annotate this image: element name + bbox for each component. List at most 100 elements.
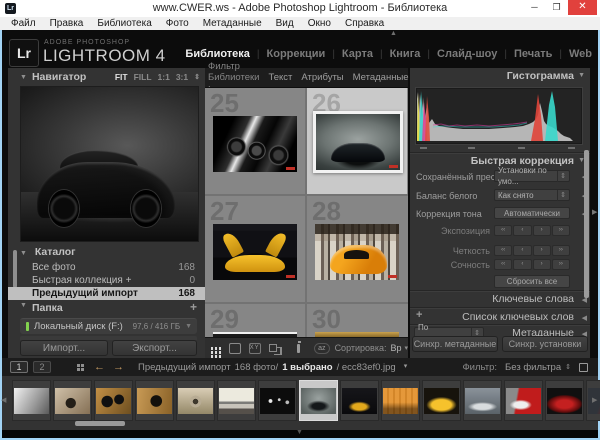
grid-cell[interactable]: 28 [307, 196, 407, 302]
right-panel-scrollbar[interactable] [584, 150, 589, 298]
filmstrip-thumb[interactable] [545, 380, 584, 421]
catalog-row-all-photos[interactable]: Все фото 168 [8, 261, 205, 274]
compare-view-icon[interactable]: XY [249, 343, 261, 354]
menu-window[interactable]: Окно [301, 18, 338, 29]
volume-row[interactable]: Локальный диск (F:) 97,6 / 416 ГБ ▼ [20, 318, 197, 334]
filmstrip-thumb[interactable] [381, 380, 420, 421]
zoom-fill[interactable]: FILL [134, 72, 152, 82]
add-keyword-icon[interactable]: + [416, 309, 422, 321]
filmstrip-thumb[interactable] [176, 380, 215, 421]
step-back-button[interactable]: ‹ [513, 259, 531, 270]
filter-value[interactable]: Без фильтра [505, 362, 561, 373]
photo-thumbnail[interactable] [213, 116, 297, 172]
sort-direction-icon[interactable]: az [314, 343, 329, 354]
zoom-fit[interactable]: FIT [115, 72, 128, 82]
volume-expand-icon[interactable]: ▼ [185, 323, 192, 330]
filmstrip-thumb[interactable] [94, 380, 133, 421]
step-fwd2-button[interactable]: ›› [552, 225, 570, 236]
filter-attributes[interactable]: Атрибуты [301, 72, 343, 83]
filmstrip-thumb[interactable] [217, 380, 256, 421]
step-back2-button[interactable]: ‹‹ [494, 259, 512, 270]
filmstrip-thumb[interactable] [258, 380, 297, 421]
filmstrip-thumb[interactable] [12, 380, 51, 421]
filmstrip-thumb[interactable] [340, 380, 379, 421]
filmstrip-thumb[interactable] [422, 380, 461, 421]
menu-file[interactable]: Файл [4, 18, 43, 29]
grid-view-shortcut-icon[interactable] [77, 364, 80, 367]
filmstrip-collapse-icon[interactable]: ▼ [296, 429, 303, 436]
grid-cell[interactable]: 25 [205, 88, 305, 194]
auto-tone-button[interactable]: Автоматически [494, 207, 570, 219]
filter-metadata[interactable]: Метаданные [353, 72, 409, 83]
filmstrip-thumb[interactable] [135, 380, 174, 421]
filmstrip-thumb[interactable] [463, 380, 502, 421]
step-fwd-button[interactable]: › [533, 259, 551, 270]
filmstrip-thumb-selected[interactable] [299, 380, 338, 421]
sort-value[interactable]: Вр [390, 343, 401, 353]
histogram-clip-indicator[interactable] [468, 147, 475, 149]
menu-help[interactable]: Справка [338, 18, 391, 29]
step-back2-button[interactable]: ‹‹ [494, 225, 512, 236]
breadcrumb[interactable]: Предыдущий импорт [138, 362, 231, 373]
reset-all-button[interactable]: Сбросить все [494, 275, 570, 288]
go-forward-icon[interactable]: → [113, 361, 124, 373]
zoom-1-1[interactable]: 1:1 [158, 72, 170, 82]
collapse-icon[interactable]: ▼ [20, 302, 27, 316]
filter-toggle-icon[interactable] [579, 363, 588, 372]
filter-text[interactable]: Текст [268, 72, 292, 83]
module-book[interactable]: Книга [390, 48, 421, 60]
go-back-icon[interactable]: ← [94, 361, 105, 373]
collapse-icon[interactable]: ▼ [578, 72, 585, 79]
section-arrow-icon[interactable]: ◀ [582, 314, 587, 322]
grid-cell-selected[interactable]: 26 [307, 88, 407, 194]
module-web[interactable]: Web [569, 48, 592, 60]
title-bar[interactable]: Lr www.CWER.ws - Adobe Photoshop Lightro… [0, 0, 600, 17]
folders-header[interactable]: ▼ Папка [20, 302, 200, 316]
navigator-preview-image[interactable] [20, 86, 199, 242]
menu-metadata[interactable]: Метаданные [196, 18, 269, 29]
module-develop[interactable]: Коррекции [267, 48, 326, 60]
add-folder-icon[interactable]: + [190, 300, 197, 314]
main-window-button[interactable]: 1 [10, 361, 28, 373]
filmstrip-source-indicator[interactable]: Предыдущий импорт 168 фото/ 1 выбрано / … [138, 362, 407, 373]
step-fwd-button[interactable]: › [533, 225, 551, 236]
step-fwd2-button[interactable]: ›› [552, 245, 570, 256]
sync-settings-button[interactable]: Синхр. установки [502, 336, 588, 352]
filmstrip-thumb[interactable] [53, 380, 92, 421]
step-fwd-button[interactable]: › [533, 245, 551, 256]
menu-photo[interactable]: Фото [159, 18, 196, 29]
menu-library[interactable]: Библиотека [90, 18, 158, 29]
filter-updown-icon[interactable]: ⇕ [565, 363, 571, 371]
navigator-header[interactable]: ▼ Навигатор FIT FILL 1:1 3:1 ⇕ [20, 70, 200, 84]
filmstrip-scroll-left-icon[interactable]: ◀ [1, 396, 6, 404]
minimize-button[interactable]: ─ [524, 0, 545, 15]
menu-view[interactable]: Вид [269, 18, 301, 29]
source-dropdown-icon[interactable]: ▾ [404, 362, 408, 373]
close-button[interactable]: ✕ [568, 0, 597, 15]
sync-metadata-button[interactable]: Синхр. метаданные [412, 336, 498, 352]
collapse-icon[interactable]: ▼ [20, 74, 27, 81]
loupe-view-icon[interactable] [229, 343, 240, 354]
saved-preset-dropdown[interactable]: Установки по умо... ⇕ [494, 170, 570, 182]
filmstrip-scroll-right-icon[interactable]: ▶ [592, 396, 597, 404]
white-balance-dropdown[interactable]: Как снято ⇕ [494, 189, 570, 201]
export-button[interactable]: Экспорт... [112, 340, 197, 356]
histogram-clip-indicator[interactable] [518, 147, 525, 149]
survey-view-icon[interactable] [269, 344, 277, 352]
menu-edit[interactable]: Правка [43, 18, 91, 29]
zoom-3-1[interactable]: 3:1 [176, 72, 188, 82]
grid-cell[interactable]: 27 [205, 196, 305, 302]
step-back-button[interactable]: ‹ [513, 245, 531, 256]
grid-view-icon[interactable] [211, 347, 213, 350]
second-window-button[interactable]: 2 [33, 361, 51, 373]
module-print[interactable]: Печать [514, 48, 552, 60]
maximize-button[interactable]: ❐ [546, 0, 567, 15]
photo-thumbnail[interactable] [213, 224, 297, 280]
step-fwd2-button[interactable]: ›› [552, 259, 570, 270]
catalog-row-previous-import[interactable]: Предыдущий импорт 168 [8, 287, 205, 300]
top-panel-collapse-icon[interactable]: ▲ [390, 30, 397, 37]
histogram-clip-indicator[interactable] [420, 147, 427, 149]
filmstrip-thumb[interactable] [504, 380, 543, 421]
step-back2-button[interactable]: ‹‹ [494, 245, 512, 256]
sort-dropdown-icon[interactable]: ▾ [404, 344, 408, 352]
